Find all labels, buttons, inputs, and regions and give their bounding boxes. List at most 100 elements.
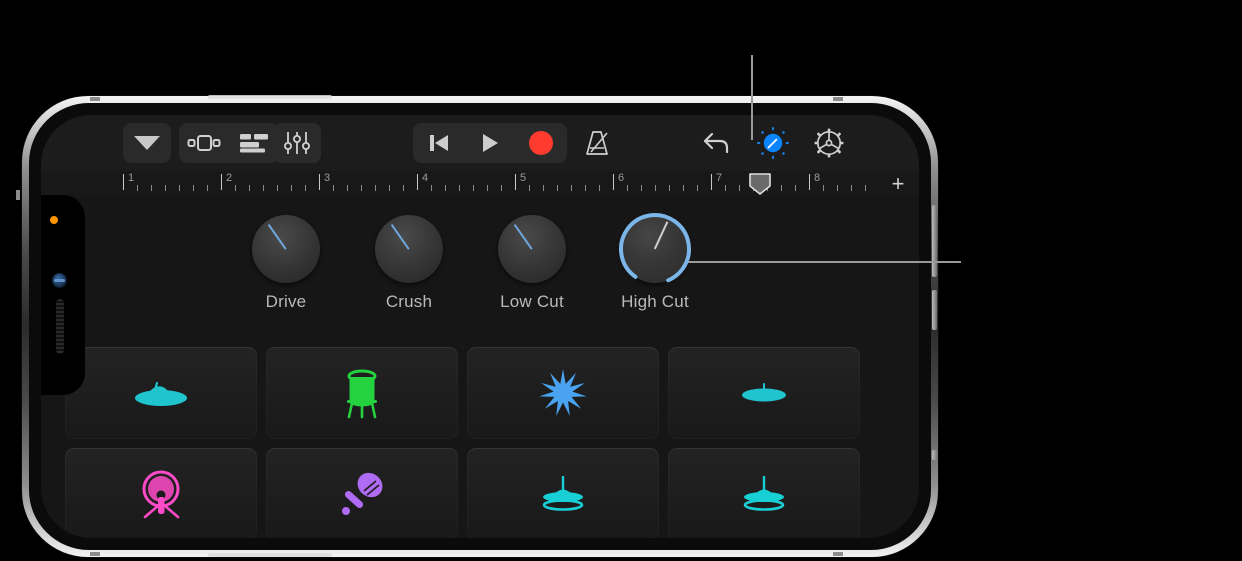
beat-tick [305,185,306,191]
knob-high-cut[interactable] [619,213,691,285]
pad-clap-burst[interactable] [467,347,659,439]
record-circle-icon [529,131,554,155]
toolbar [41,115,919,171]
mixer-button[interactable] [273,123,321,163]
tracks-view-button[interactable] [229,123,279,163]
beat-tick [207,185,208,191]
knob-cell-drive: Drive [231,215,341,312]
beat-tick [263,185,264,191]
beat-tick [193,185,194,191]
beat-tick [347,185,348,191]
front-camera-icon [52,273,67,288]
pad-floor-tom[interactable] [266,347,458,439]
pad-maraca-shaker[interactable] [266,448,458,538]
record-button[interactable] [516,123,566,163]
knob-controls-button[interactable] [749,123,797,163]
settings-button[interactable] [805,123,853,163]
undo-button[interactable] [693,123,741,163]
navigation-view-icon [187,135,221,151]
pad-hi-hat-open[interactable] [668,448,860,538]
browser-button[interactable] [123,123,171,163]
rewind-icon [429,135,448,151]
add-section-button[interactable]: + [885,173,911,195]
ruler-bar: 1 [123,171,221,197]
knob-low-cut[interactable] [498,215,566,283]
beat-tick [865,185,866,191]
knob-label: Drive [265,292,307,311]
navigation-view-button[interactable] [179,123,229,163]
bar-line [515,174,516,190]
power-button[interactable] [932,205,937,277]
beat-tick [585,185,586,191]
beat-tick [655,185,656,191]
bar-number: 1 [128,172,135,184]
hihat-icon [742,476,786,512]
bar-line [613,174,614,190]
beat-tick [599,185,600,191]
knob-cell-low-cut: Low Cut [477,215,587,312]
bar-number: 5 [520,172,527,184]
beat-tick [179,185,180,191]
chevron-down-triangle-icon [134,136,160,150]
beat-tick [669,185,670,191]
earpiece-speaker [56,299,64,354]
volume-button[interactable] [932,290,937,330]
plugin-content-area: Drive Crush Low Cut High Cut [41,197,919,538]
undo-arrow-icon [703,132,729,154]
knob-drive[interactable] [252,215,320,283]
crash-cymbal-icon [133,376,189,410]
playhead[interactable] [749,173,771,195]
frame-mark-br [833,552,843,556]
garageband-app: 1 2 3 4 5 6 7 8 + Drive Crush Low Cut High Cut [41,115,919,538]
pad-crash-cymbal[interactable] [65,347,257,439]
beat-tick [739,185,740,191]
frame-mark-tr [833,97,843,101]
knob-crush[interactable] [375,215,443,283]
recording-indicator-dot [50,216,58,224]
ruler-bar: 2 [221,171,319,197]
beat-tick [473,185,474,191]
silent-switch[interactable] [932,450,938,460]
beat-tick [487,185,488,191]
maraca-icon [338,470,386,518]
pad-hi-hat-closed[interactable] [467,448,659,538]
beat-tick [249,185,250,191]
knob-row: Drive Crush Low Cut High Cut [41,213,919,325]
knob-label: Low Cut [500,292,564,311]
pad-ride-cymbal[interactable] [668,347,860,439]
play-icon [482,134,498,152]
ride-cymbal-icon [740,382,788,404]
beat-tick [431,185,432,191]
metronome-icon [586,131,608,155]
pad-gong[interactable] [65,448,257,538]
ruler-track[interactable]: 1 2 3 4 5 6 7 8 [123,171,867,197]
knob-label: Crush [385,292,433,311]
callout-line-to-high-cut-knob [688,261,961,263]
ruler-bar: 6 [613,171,711,197]
metronome-button[interactable] [573,123,621,163]
beat-tick [375,185,376,191]
beat-tick [235,185,236,191]
knob-pointer [391,223,410,250]
knob-cell-high-cut: High Cut [600,213,710,312]
beat-tick [543,185,544,191]
bar-line [221,174,222,190]
beat-tick [697,185,698,191]
transport-controls [413,123,567,163]
timeline-ruler[interactable]: 1 2 3 4 5 6 7 8 + [41,171,919,197]
ruler-bar: 8 [809,171,867,197]
beat-tick [403,185,404,191]
ruler-bar: 5 [515,171,613,197]
beat-tick [571,185,572,191]
beat-tick [361,185,362,191]
beat-tick [795,185,796,191]
tracks-list-icon [240,134,268,153]
bar-line [123,174,124,190]
beat-tick [277,185,278,191]
bar-line [809,174,810,190]
beat-tick [725,185,726,191]
frame-mark-left [16,190,20,200]
beat-tick [781,185,782,191]
play-button[interactable] [465,123,515,163]
rewind-button[interactable] [414,123,464,163]
